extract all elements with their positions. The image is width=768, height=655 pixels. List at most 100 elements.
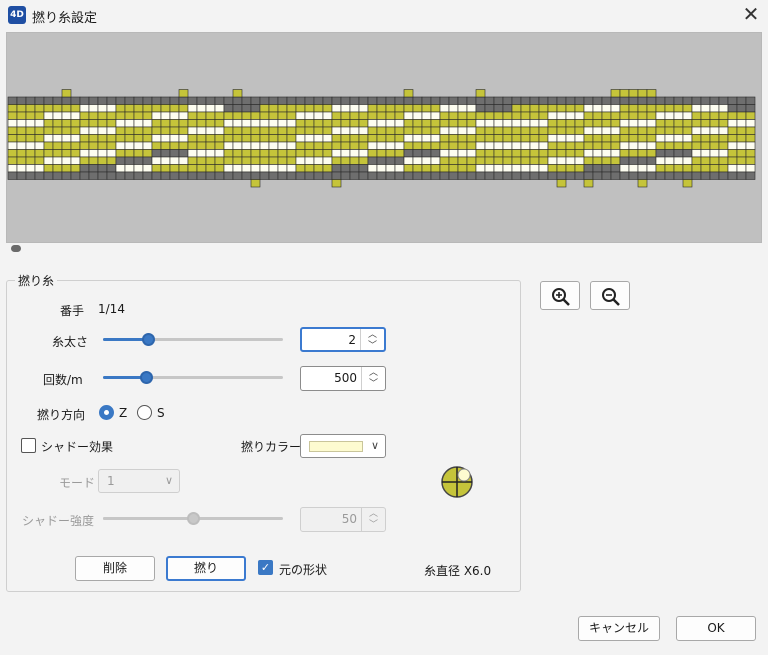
yarn-cell	[241, 164, 252, 173]
direction-z-label[interactable]: Z	[119, 406, 127, 420]
yarn-cell	[403, 141, 414, 150]
yarn-cell	[601, 164, 612, 173]
turns-value[interactable]: 500	[334, 371, 357, 385]
yarn-cell	[367, 119, 378, 128]
slider-thumb[interactable]	[140, 371, 154, 384]
yarn-cell	[583, 96, 594, 105]
yarn-cell	[88, 171, 99, 180]
yarn-cell	[322, 171, 333, 180]
yarn-cell	[583, 141, 594, 150]
direction-z-radio[interactable]	[99, 405, 114, 420]
yarn-cell	[295, 156, 306, 165]
yarn-cell	[529, 134, 540, 143]
yarn-cell	[556, 164, 567, 173]
original-shape-checkbox[interactable]: ✓	[258, 560, 273, 575]
mode-combo[interactable]: 1 ∨	[98, 469, 180, 493]
yarn-cell	[61, 119, 72, 128]
thickness-slider[interactable]	[103, 331, 283, 347]
yarn-cell	[421, 164, 432, 173]
zoom-out-button[interactable]	[590, 281, 630, 310]
yarn-cell	[610, 164, 621, 173]
yarn-cell	[547, 134, 558, 143]
ok-button[interactable]: OK	[676, 616, 756, 641]
spin-arrows[interactable]: ︿ ﹀	[361, 367, 385, 390]
yarn-cell	[502, 149, 513, 158]
yarn-cell	[313, 134, 324, 143]
yarn-cell	[637, 119, 648, 128]
yarn-cell	[187, 141, 198, 150]
shadow-strength-slider[interactable]	[103, 510, 283, 526]
yarn-cell	[682, 149, 693, 158]
thickness-value[interactable]: 2	[348, 333, 356, 347]
yarn-cell	[43, 141, 54, 150]
yarn-cell	[709, 171, 720, 180]
preview-scroll-thumb[interactable]	[11, 245, 21, 252]
slider-thumb[interactable]	[142, 333, 155, 346]
direction-s-radio[interactable]	[137, 405, 152, 420]
twist-button[interactable]: 撚り	[166, 556, 246, 581]
yarn-cell	[547, 164, 558, 173]
yarn-cell	[565, 134, 576, 143]
shadow-strength-spin[interactable]: 50 ︿ ﹀	[300, 507, 386, 532]
yarn-cell	[259, 96, 270, 105]
yarn-cell	[331, 134, 342, 143]
yarn-cell	[619, 149, 630, 158]
yarn-cell	[637, 149, 648, 158]
shadow-checkbox[interactable]	[21, 438, 36, 453]
yarn-bump	[556, 179, 567, 188]
turns-spin[interactable]: 500 ︿ ﹀	[300, 366, 386, 391]
yarn-cell	[385, 119, 396, 128]
slider-thumb[interactable]	[187, 512, 200, 525]
yarn-cell	[421, 156, 432, 165]
yarn-cell	[250, 119, 261, 128]
shadow-strength-value[interactable]: 50	[342, 512, 357, 526]
yarn-cell	[430, 156, 441, 165]
yarn-cell	[25, 119, 36, 128]
yarn-cell	[43, 96, 54, 105]
yarn-cell	[700, 171, 711, 180]
yarn-cell	[322, 111, 333, 120]
yarn-cell	[160, 141, 171, 150]
yarn-cell	[7, 164, 18, 173]
yarn-cell	[610, 111, 621, 120]
yarn-cell	[529, 96, 540, 105]
original-shape-label[interactable]: 元の形状	[279, 561, 327, 578]
yarn-cell	[646, 126, 657, 135]
yarn-cell	[628, 164, 639, 173]
yarn-cell	[88, 104, 99, 113]
zoom-out-icon	[602, 288, 620, 306]
yarn-cell	[475, 111, 486, 120]
yarn-cell	[160, 96, 171, 105]
yarn-cell	[628, 96, 639, 105]
delete-button[interactable]: 削除	[75, 556, 155, 581]
yarn-cell	[34, 171, 45, 180]
yarn-cell	[448, 171, 459, 180]
yarn-cell	[430, 141, 441, 150]
thickness-label: 糸太さ	[52, 335, 89, 349]
thickness-spin[interactable]: 2 ︿ ﹀	[300, 327, 386, 352]
spin-arrows[interactable]: ︿ ﹀	[360, 329, 384, 351]
yarn-cell	[205, 141, 216, 150]
turns-slider[interactable]	[103, 369, 283, 385]
yarn-cell	[610, 96, 621, 105]
shadow-label[interactable]: シャドー効果	[41, 438, 113, 455]
yarn-cell	[682, 119, 693, 128]
yarn-cell	[538, 141, 549, 150]
spin-arrows[interactable]: ︿ ﹀	[361, 508, 385, 531]
yarn-cell	[430, 104, 441, 113]
twist-color-combo[interactable]: ∨	[300, 434, 386, 458]
cancel-button[interactable]: キャンセル	[578, 616, 660, 641]
close-icon[interactable]: ✕	[738, 1, 764, 27]
yarn-cell	[97, 164, 108, 173]
yarn-cell	[475, 134, 486, 143]
yarn-bump	[619, 89, 630, 98]
yarn-cell	[295, 111, 306, 120]
yarn-cell	[556, 119, 567, 128]
yarn-cell	[322, 96, 333, 105]
zoom-in-button[interactable]	[540, 281, 580, 310]
yarn-cell	[439, 104, 450, 113]
yarn-cell	[385, 164, 396, 173]
direction-s-label[interactable]: S	[157, 406, 165, 420]
yarn-cell	[187, 156, 198, 165]
yarn-cell	[484, 119, 495, 128]
